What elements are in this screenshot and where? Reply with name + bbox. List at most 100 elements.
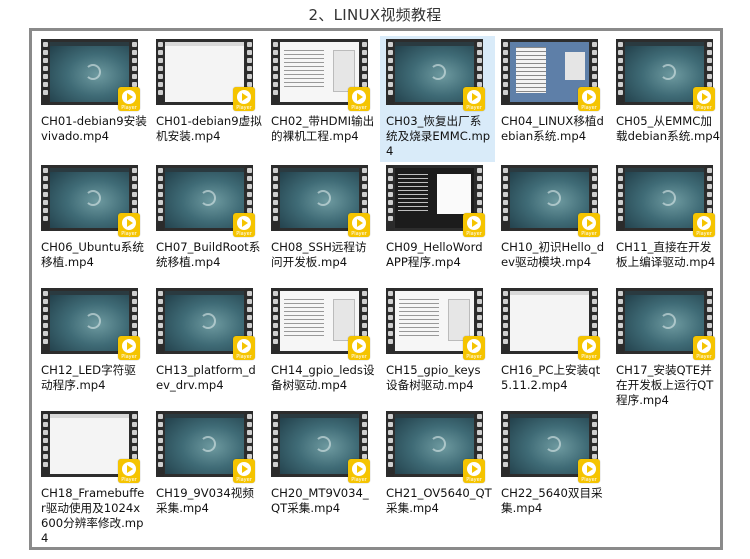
player-badge-label: Player	[581, 105, 597, 111]
video-thumbnail: Player	[156, 165, 255, 237]
player-badge-label: Player	[121, 231, 137, 237]
file-item[interactable]: Player CH18_Framebuffer驱动使用及1024x600分辨率修改…	[35, 408, 150, 548]
file-item[interactable]: Player CH09_HelloWord APP程序.mp4	[380, 162, 495, 285]
player-icon: Player	[578, 336, 600, 360]
player-icon: Player	[578, 87, 600, 111]
player-icon: Player	[233, 213, 255, 237]
play-icon	[237, 339, 251, 353]
player-badge-label: Player	[351, 354, 367, 360]
player-icon: Player	[693, 336, 715, 360]
play-icon	[582, 216, 596, 230]
film-strip-icon	[501, 411, 509, 477]
file-item[interactable]: Player CH20_MT9V034_QT采集.mp4	[265, 408, 380, 548]
play-icon	[582, 339, 596, 353]
file-item[interactable]: Player CH06_Ubuntu系统移植.mp4	[35, 162, 150, 285]
file-item[interactable]: Player CH01-debian9安装vivado.mp4	[35, 36, 150, 162]
film-strip-icon	[41, 39, 49, 105]
video-thumbnail: Player	[156, 288, 255, 360]
file-item[interactable]: Player CH05_从EMMC加载debian系统.mp4	[610, 36, 725, 162]
file-item[interactable]: Player CH17_安装QTE并在开发板上运行QT程序.mp4	[610, 285, 725, 408]
player-icon: Player	[348, 459, 370, 483]
film-strip-icon	[41, 165, 49, 231]
file-name: CH09_HelloWord APP程序.mp4	[386, 240, 483, 269]
file-name: CH10_初识Hello_dev驱动模块.mp4	[501, 240, 605, 269]
video-thumbnail: Player	[386, 288, 485, 360]
player-badge-label: Player	[351, 231, 367, 237]
file-item[interactable]: Player CH08_SSH远程访问开发板.mp4	[265, 162, 380, 285]
video-thumbnail: Player	[156, 411, 255, 483]
file-name: CH03_恢复出厂系统及烧录EMMC.mp4	[386, 114, 491, 158]
play-icon	[122, 216, 136, 230]
film-strip-icon	[156, 39, 164, 105]
file-grid: Player CH01-debian9安装vivado.mp4 Player CH01…	[35, 36, 725, 551]
file-name: CH14_gpio_leds设备树驱动.mp4	[271, 363, 375, 392]
film-strip-icon	[386, 411, 394, 477]
play-icon	[697, 90, 711, 104]
file-item[interactable]: Player CH03_恢复出厂系统及烧录EMMC.mp4	[380, 36, 495, 162]
player-badge-label: Player	[351, 105, 367, 111]
play-icon	[467, 90, 481, 104]
video-thumbnail: Player	[501, 411, 600, 483]
file-item[interactable]: Player CH11_直接在开发板上编译驱动.mp4	[610, 162, 725, 285]
play-icon	[122, 90, 136, 104]
film-strip-icon	[616, 39, 624, 105]
file-item[interactable]: Player CH04_LINUX移植debian系统.mp4	[495, 36, 610, 162]
file-name: CH21_OV5640_QT采集.mp4	[386, 486, 492, 515]
file-item[interactable]: Player CH21_OV5640_QT采集.mp4	[380, 408, 495, 548]
video-thumbnail: Player	[271, 411, 370, 483]
player-badge-label: Player	[696, 105, 712, 111]
video-thumbnail: Player	[271, 39, 370, 111]
player-icon: Player	[118, 336, 140, 360]
file-name: CH15_gpio_keys设备树驱动.mp4	[386, 363, 481, 392]
file-name: CH01-debian9虚拟机安装.mp4	[156, 114, 262, 143]
file-item[interactable]: Player CH13_platform_dev_drv.mp4	[150, 285, 265, 408]
play-icon	[467, 216, 481, 230]
player-icon: Player	[463, 459, 485, 483]
player-badge-label: Player	[581, 477, 597, 483]
play-icon	[122, 462, 136, 476]
film-strip-icon	[156, 165, 164, 231]
player-badge-label: Player	[236, 231, 252, 237]
file-item[interactable]: Player CH15_gpio_keys设备树驱动.mp4	[380, 285, 495, 408]
file-item[interactable]: Player CH22_5640双目采集.mp4	[495, 408, 610, 548]
video-thumbnail: Player	[501, 288, 600, 360]
film-strip-icon	[501, 39, 509, 105]
play-icon	[697, 216, 711, 230]
video-thumbnail: Player	[156, 39, 255, 111]
film-strip-icon	[501, 288, 509, 354]
film-strip-icon	[271, 288, 279, 354]
file-name: CH05_从EMMC加载debian系统.mp4	[616, 114, 721, 143]
file-item[interactable]: Player CH10_初识Hello_dev驱动模块.mp4	[495, 162, 610, 285]
video-thumbnail: Player	[41, 411, 140, 483]
file-item[interactable]: Player CH12_LED字符驱动程序.mp4	[35, 285, 150, 408]
play-icon	[467, 462, 481, 476]
play-icon	[697, 339, 711, 353]
player-icon: Player	[233, 459, 255, 483]
file-name: CH18_Framebuffer驱动使用及1024x600分辨率修改.mp4	[41, 486, 145, 545]
player-badge-label: Player	[236, 105, 252, 111]
file-item[interactable]: Player CH19_9V034视频采集.mp4	[150, 408, 265, 548]
player-icon: Player	[578, 213, 600, 237]
player-badge-label: Player	[581, 231, 597, 237]
file-name: CH02_带HDMI输出的裸机工程.mp4	[271, 114, 375, 143]
file-name: CH13_platform_dev_drv.mp4	[156, 363, 256, 392]
player-icon: Player	[348, 87, 370, 111]
file-item[interactable]: Player CH02_带HDMI输出的裸机工程.mp4	[265, 36, 380, 162]
file-item[interactable]: Player CH14_gpio_leds设备树驱动.mp4	[265, 285, 380, 408]
file-item[interactable]: Player CH01-debian9虚拟机安装.mp4	[150, 36, 265, 162]
file-name: CH20_MT9V034_QT采集.mp4	[271, 486, 369, 515]
video-thumbnail: Player	[41, 39, 140, 111]
film-strip-icon	[271, 411, 279, 477]
player-icon: Player	[578, 459, 600, 483]
file-item[interactable]: Player CH16_PC上安装qt5.11.2.mp4	[495, 285, 610, 408]
player-icon: Player	[348, 213, 370, 237]
film-strip-icon	[616, 288, 624, 354]
player-icon: Player	[463, 87, 485, 111]
page-title: 2、LINUX视频教程	[308, 6, 442, 24]
play-icon	[352, 339, 366, 353]
player-icon: Player	[118, 87, 140, 111]
file-item[interactable]: Player CH07_BuildRoot系统移植.mp4	[150, 162, 265, 285]
play-icon	[352, 90, 366, 104]
player-icon: Player	[233, 336, 255, 360]
film-strip-icon	[386, 288, 394, 354]
